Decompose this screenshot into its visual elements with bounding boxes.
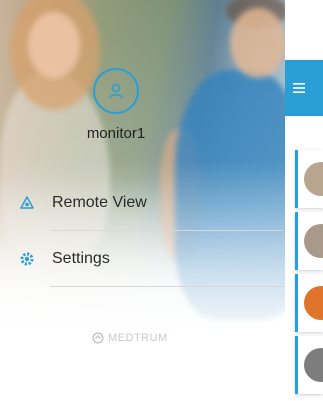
gear-icon xyxy=(20,252,34,266)
list-card[interactable] xyxy=(295,274,323,332)
username: monitor1 xyxy=(86,125,146,142)
main-panel[interactable] xyxy=(285,0,323,401)
card-thumbnail xyxy=(304,162,323,196)
divider xyxy=(50,286,283,287)
menu-item-label: Settings xyxy=(52,250,110,267)
list-card[interactable] xyxy=(295,150,323,208)
menu-item-remote-view[interactable]: Remote View xyxy=(0,175,285,231)
card-thumbnail xyxy=(304,348,323,382)
brand-name: MEDTRUM xyxy=(108,332,168,344)
card-thumbnail xyxy=(304,224,323,258)
menu-item-settings[interactable]: Settings xyxy=(0,231,285,287)
navigation-drawer: monitor1 Remote View Settings MEDTRUM xyxy=(0,0,285,401)
card-thumbnail xyxy=(304,286,323,320)
list-card[interactable] xyxy=(295,336,323,394)
brand-logo: MEDTRUM xyxy=(92,332,168,344)
menu-icon[interactable] xyxy=(293,83,305,93)
user-avatar[interactable] xyxy=(93,68,139,114)
user-icon xyxy=(109,83,123,99)
app-bar xyxy=(285,60,323,116)
eye-icon xyxy=(20,196,34,209)
medtrum-logo-icon xyxy=(92,332,104,344)
list-card[interactable] xyxy=(295,212,323,270)
menu-item-label: Remote View xyxy=(52,194,147,211)
